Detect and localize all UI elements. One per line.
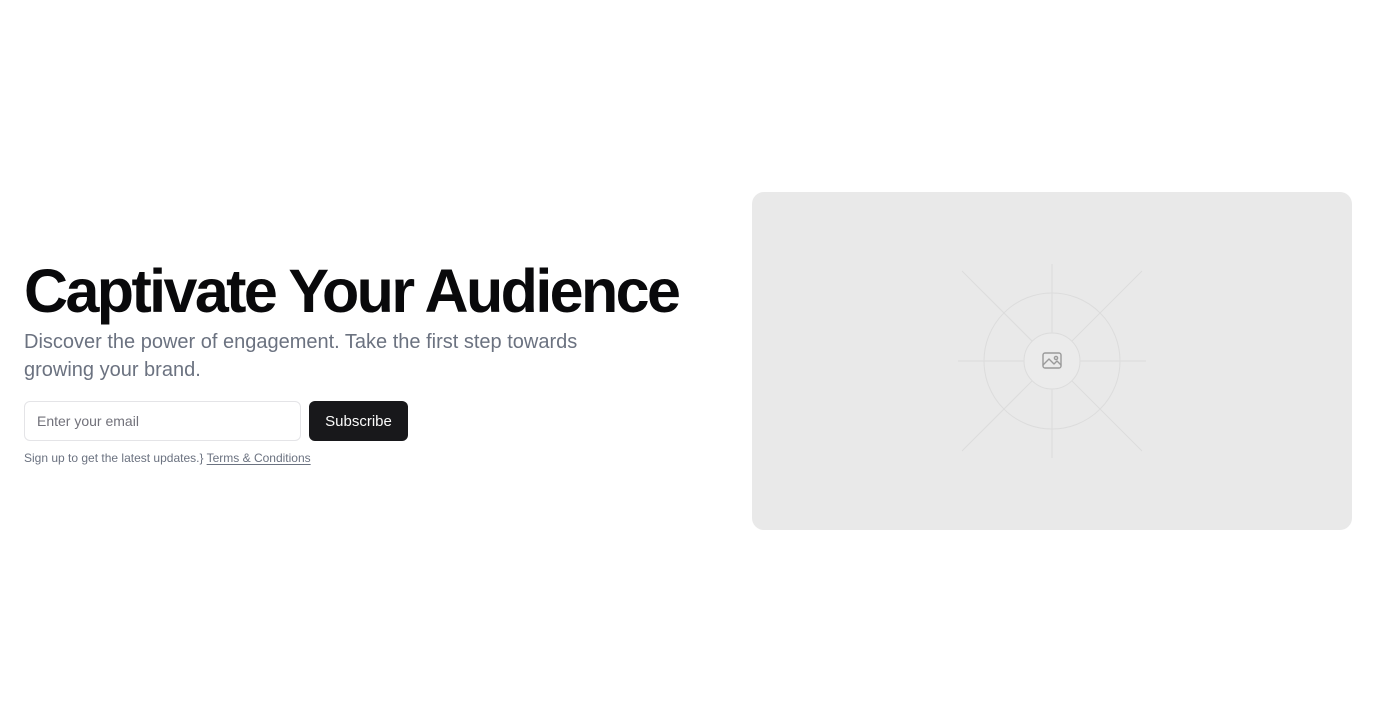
email-input[interactable] [24,401,301,441]
hero-content: Captivate Your Audience Discover the pow… [24,258,704,466]
signup-note-text: Sign up to get the latest updates. [24,451,200,465]
hero-title: Captivate Your Audience [24,257,681,325]
hero-section: Captivate Your Audience Discover the pow… [0,0,1376,722]
terms-link[interactable]: Terms & Conditions [207,451,311,465]
subscribe-button[interactable]: Subscribe [309,401,408,441]
subscribe-form: Subscribe [24,401,704,441]
hero-subtitle: Discover the power of engagement. Take t… [24,331,578,381]
signup-note: Sign up to get the latest updates.} Term… [24,450,704,466]
signup-note-brace: } [199,451,204,465]
image-placeholder [752,192,1352,530]
placeholder-graphic [958,264,1146,458]
